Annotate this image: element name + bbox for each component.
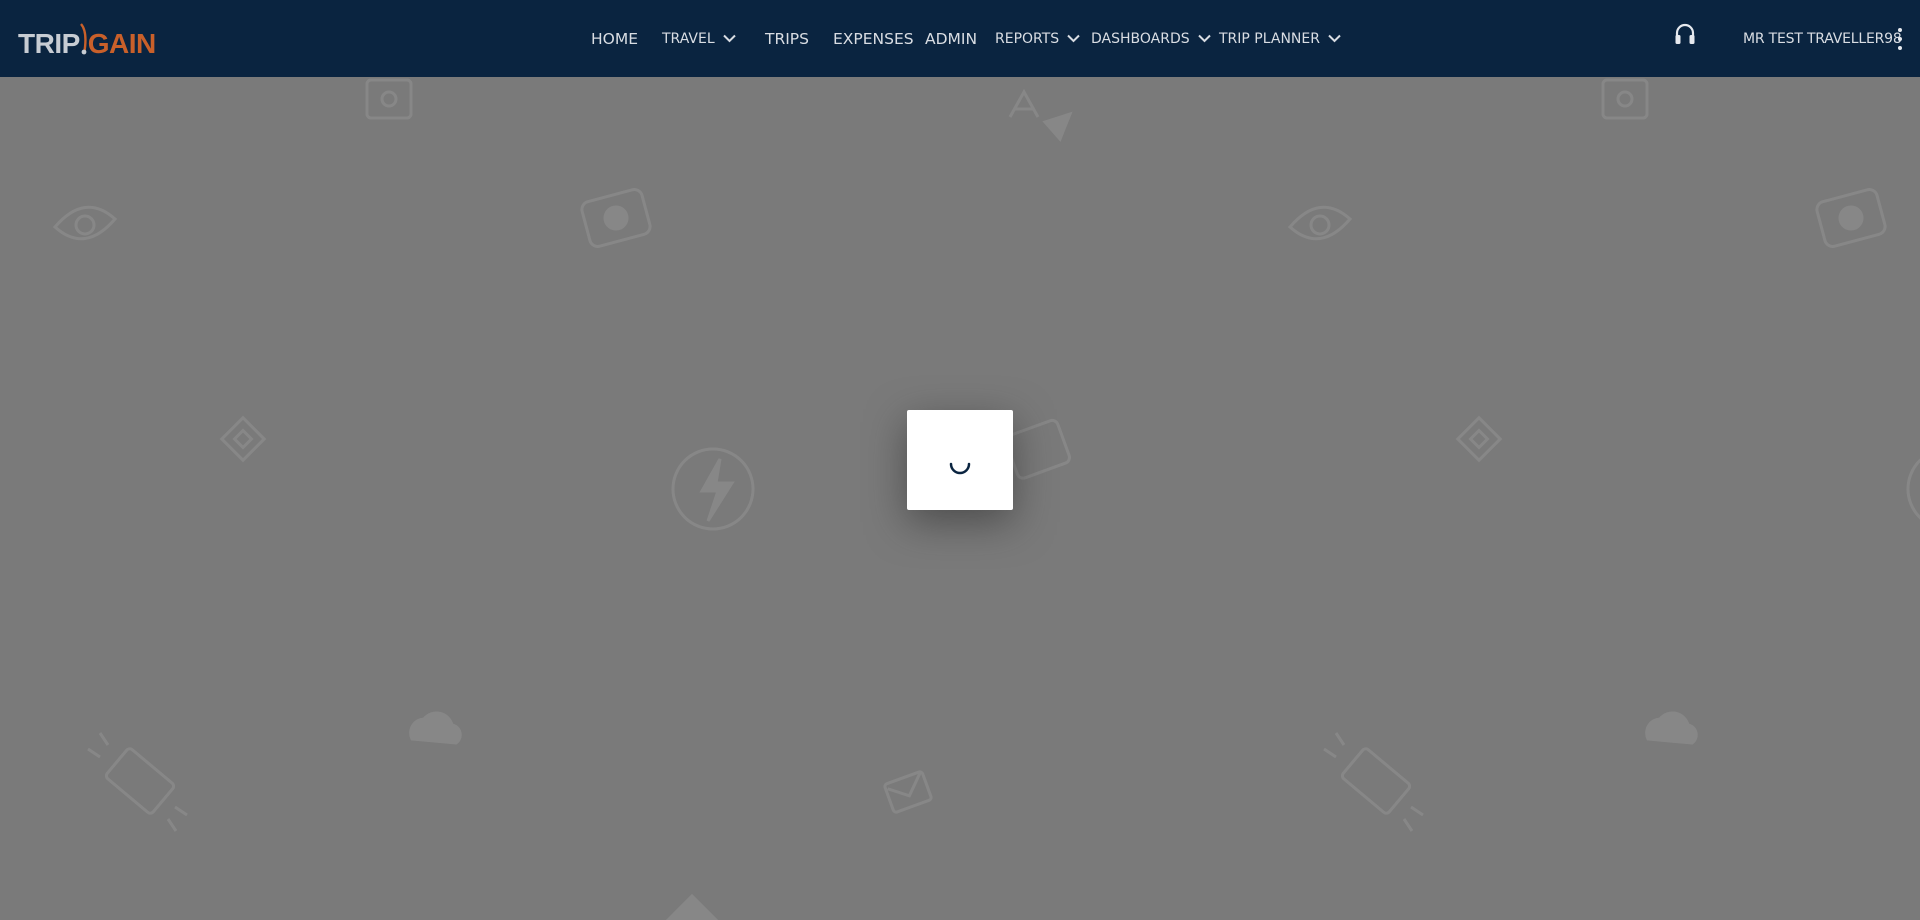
nav-trip-planner[interactable]: TRIP PLANNER xyxy=(1219,0,1341,77)
chevron-down-icon xyxy=(1197,34,1211,43)
nav-home[interactable]: HOME xyxy=(591,0,638,77)
no-flash-icon xyxy=(671,447,755,531)
nav-admin-label: ADMIN xyxy=(925,29,978,48)
headset-icon[interactable] xyxy=(1673,22,1697,46)
loading-dialog xyxy=(907,410,1013,510)
nav-travel-label: TRAVEL xyxy=(662,30,715,47)
translate-icon xyxy=(1008,88,1073,142)
cloud-icon xyxy=(409,711,462,745)
nav-expenses-label: EXPENSES xyxy=(833,29,914,48)
chevron-down-icon xyxy=(1328,34,1341,43)
eye-icon xyxy=(52,205,118,241)
nav-admin[interactable]: ADMIN xyxy=(925,0,977,77)
nav-trips[interactable]: TRIPS xyxy=(765,0,809,77)
diamond-sign-icon xyxy=(1455,415,1503,463)
camera-icon xyxy=(580,188,652,248)
eye-icon xyxy=(1287,205,1353,241)
nav-dashboards[interactable]: DASHBOARDS xyxy=(1091,0,1211,77)
nav-home-label: HOME xyxy=(591,29,639,48)
chevron-down-icon xyxy=(1067,34,1080,43)
nav-travel[interactable]: TRAVEL xyxy=(662,0,736,77)
user-name[interactable]: MR TEST TRAVELLER98 xyxy=(1743,0,1902,77)
chevron-down-icon xyxy=(722,34,736,43)
kebab-menu-icon[interactable] xyxy=(1896,28,1904,50)
top-navbar: TRIP GAIN HOME TRAVEL TRIPS EXPENSES ADM… xyxy=(0,0,1920,77)
diamond-sign-icon xyxy=(219,415,267,463)
map-icon xyxy=(365,78,413,120)
nav-expenses[interactable]: EXPENSES xyxy=(833,0,914,77)
ticket-icon xyxy=(1323,732,1424,832)
no-flash-icon xyxy=(1906,458,1920,520)
nav-reports-label: REPORTS xyxy=(995,30,1060,47)
nav-reports[interactable]: REPORTS xyxy=(995,0,1080,77)
mountain-icon xyxy=(665,893,719,920)
nav-dashboards-label: DASHBOARDS xyxy=(1091,30,1190,47)
nav-trip-planner-label: TRIP PLANNER xyxy=(1219,30,1320,47)
camera-icon xyxy=(1815,188,1887,248)
nav-trips-label: TRIPS xyxy=(765,29,809,48)
map-icon xyxy=(1601,78,1649,120)
envelope-icon xyxy=(883,770,933,814)
ticket-icon xyxy=(87,732,188,832)
suitcase-icon xyxy=(1004,418,1071,480)
cloud-icon xyxy=(1645,711,1698,745)
main-nav: HOME TRAVEL TRIPS EXPENSES ADMIN REPORTS… xyxy=(0,0,1920,77)
spinner-icon xyxy=(949,462,971,475)
